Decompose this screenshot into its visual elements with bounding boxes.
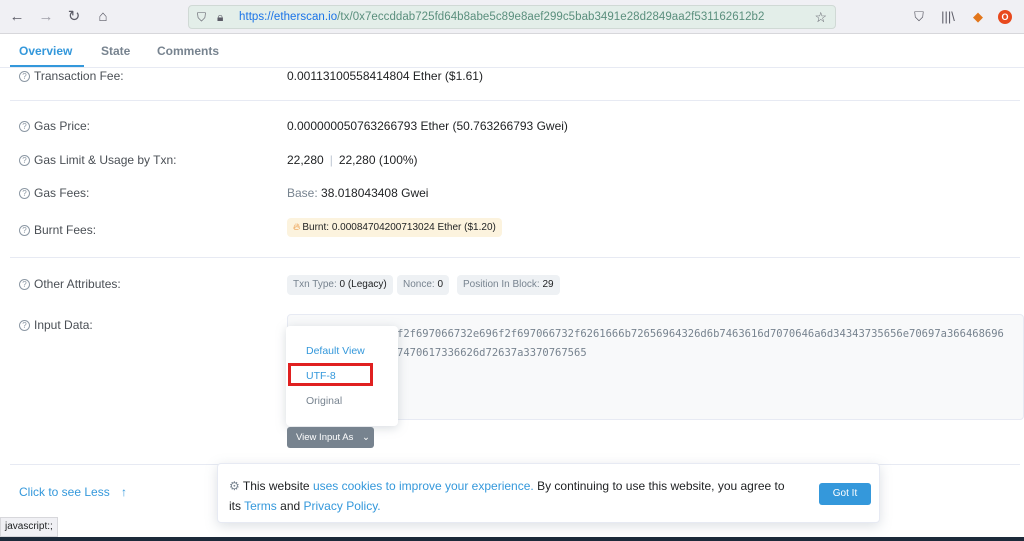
gas-price-value: 0.000000050763266793 Ether (50.763266793…: [287, 119, 568, 133]
dropdown-item-default-view[interactable]: Default View: [306, 345, 365, 357]
transaction-fee-value: 0.00113100558414804 Ether ($1.61): [287, 69, 483, 83]
address-bar[interactable]: ⛉ 🔒︎ https://etherscan.io/tx/0x7eccddab7…: [188, 5, 836, 29]
click-to-see-less-link[interactable]: Click to see Less ↑: [19, 485, 127, 499]
status-bar: javascript:;: [0, 517, 58, 537]
chevron-down-icon: ⌄: [362, 432, 370, 443]
back-arrow-icon[interactable]: ←: [7, 7, 27, 27]
other-attributes-label: ? Other Attributes:: [19, 277, 121, 291]
input-data-label: ? Input Data:: [19, 318, 93, 332]
divider: [10, 100, 1020, 101]
gas-price-label: ? Gas Price:: [19, 119, 90, 133]
position-in-block-chip: Position In Block: 29: [457, 275, 560, 295]
library-icon[interactable]: |||\: [939, 8, 957, 26]
question-icon[interactable]: ?: [19, 121, 30, 132]
bookmark-star-icon[interactable]: ☆: [814, 9, 827, 26]
url-text[interactable]: https://etherscan.io/tx/0x7eccddab725fd6…: [239, 11, 764, 23]
home-icon[interactable]: ⌂: [93, 7, 113, 27]
browser-toolbar: ← → ↻ ⌂ ⛉ 🔒︎ https://etherscan.io/tx/0x7…: [0, 0, 1024, 34]
question-icon[interactable]: ?: [19, 225, 30, 236]
got-it-button[interactable]: Got It: [819, 483, 871, 505]
cookie-message: ⚙︎ This website uses cookies to improve …: [229, 479, 785, 513]
adblock-icon[interactable]: O: [998, 10, 1012, 24]
question-icon[interactable]: ?: [19, 188, 30, 199]
question-icon[interactable]: ?: [19, 71, 30, 82]
transaction-fee-label: ? Transaction Fee:: [19, 69, 124, 83]
transaction-details: ? Transaction Fee: 0.00113100558414804 Et…: [0, 68, 1024, 517]
metamask-icon[interactable]: ◆: [969, 8, 987, 26]
tab-bar: Overview State Comments: [0, 34, 1024, 68]
gas-fees-value: Base: 38.018043408 Gwei: [287, 186, 429, 200]
burnt-fees-label: ? Burnt Fees:: [19, 223, 96, 237]
input-data-hex-line: 7470617336626d72637a3370767565: [397, 347, 587, 359]
active-tab-indicator: [10, 65, 84, 67]
pocket-icon[interactable]: ⛉: [910, 8, 928, 26]
utf8-highlight-box: [288, 363, 373, 386]
tab-comments[interactable]: Comments: [157, 44, 219, 58]
question-icon[interactable]: ?: [19, 279, 30, 290]
cookie-banner: ⚙︎ This website uses cookies to improve …: [217, 463, 880, 523]
gas-fees-label: ? Gas Fees:: [19, 186, 89, 200]
lock-icon[interactable]: 🔒︎: [217, 10, 223, 25]
terms-link[interactable]: Terms: [244, 499, 277, 513]
tab-overview[interactable]: Overview: [19, 44, 72, 58]
view-input-as-button[interactable]: View Input As ⌄: [287, 427, 374, 448]
shield-icon[interactable]: ⛉: [197, 10, 206, 25]
forward-arrow-icon[interactable]: →: [36, 7, 56, 27]
question-icon[interactable]: ?: [19, 155, 30, 166]
cookie-policy-link[interactable]: uses cookies to improve your experience.: [313, 479, 534, 493]
burnt-fees-badge: 🔥︎ Burnt: 0.00084704200713024 Ether ($1.2…: [287, 218, 502, 237]
taskbar: [0, 537, 1024, 541]
flame-icon: 🔥︎: [293, 222, 301, 233]
nonce-chip: Nonce: 0: [397, 275, 450, 295]
arrow-up-icon: ↑: [121, 485, 128, 499]
privacy-policy-link[interactable]: Privacy Policy.: [304, 499, 381, 513]
cookie-icon: ⚙︎: [229, 479, 240, 493]
reload-icon[interactable]: ↻: [64, 7, 84, 27]
dropdown-item-original[interactable]: Original: [306, 395, 342, 407]
question-icon[interactable]: ?: [19, 320, 30, 331]
gas-limit-value: 22,280 | 22,280 (100%): [287, 153, 418, 167]
divider: [10, 257, 1020, 258]
tab-state[interactable]: State: [101, 44, 130, 58]
txn-type-chip: Txn Type: 0 (Legacy): [287, 275, 393, 295]
input-data-hex-line: f2f697066732e696f2f697066732f6261666b726…: [397, 328, 1004, 340]
gas-limit-label: ? Gas Limit & Usage by Txn:: [19, 153, 177, 167]
